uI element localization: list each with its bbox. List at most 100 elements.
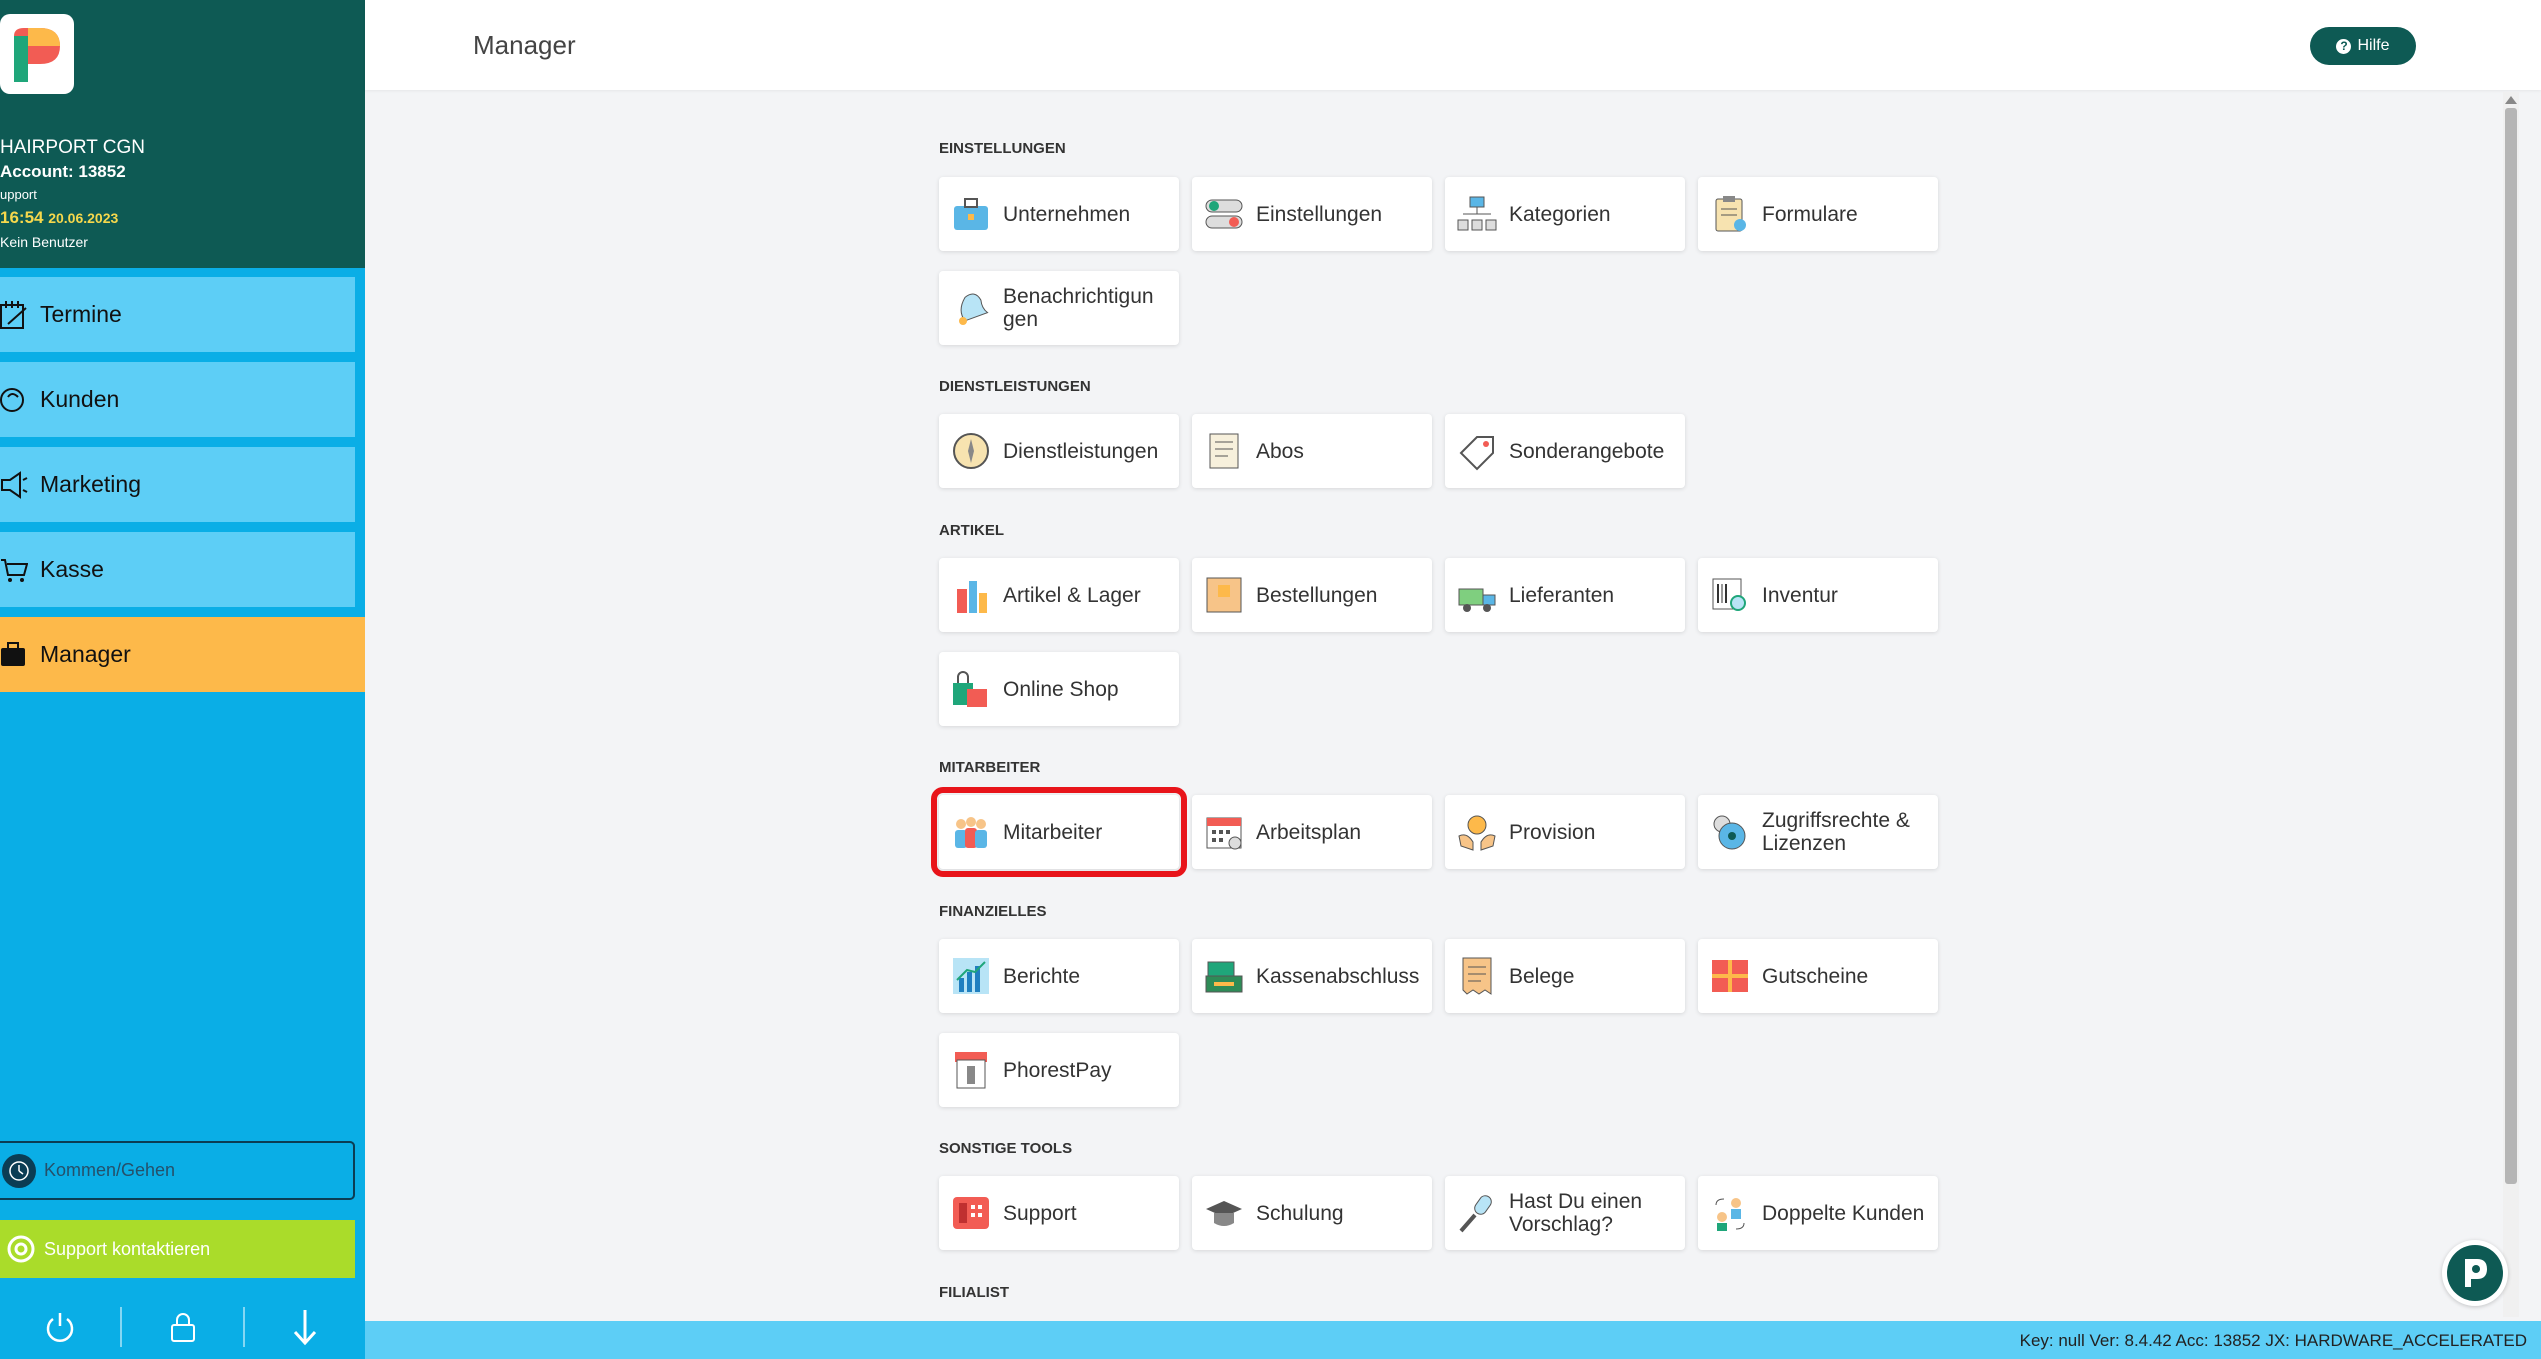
download-button[interactable] (245, 1305, 365, 1349)
tile-label: Lieferanten (1509, 583, 1615, 607)
phorest-p-icon (2447, 1245, 2503, 1301)
key-lock-icon (1710, 812, 1750, 852)
nav-item-marketing[interactable]: Marketing (0, 447, 355, 522)
lifebuoy-icon (6, 1234, 36, 1264)
tile-doppelte-kunden[interactable]: Doppelte Kunden (1698, 1176, 1938, 1250)
tile-label: Doppelte Kunden (1762, 1201, 1925, 1225)
brand-panel: HAIRPORT CGN Account: 13852 upport 16:54… (0, 0, 365, 268)
tile-bestellungen[interactable]: Bestellungen (1192, 558, 1432, 632)
phorest-logo (0, 14, 74, 94)
tile-label: Zugriffsrechte & Lizenzen (1762, 809, 1910, 855)
tile-label: Unternehmen (1003, 202, 1131, 226)
delivery-truck-icon (1457, 575, 1497, 615)
tile-label: Provision (1509, 820, 1596, 844)
tile-support[interactable]: Support (939, 1176, 1179, 1250)
scroll-up-arrow-icon[interactable] (2505, 96, 2517, 104)
toggle-switch-icon (1204, 194, 1244, 234)
tile-dienstleistungen[interactable]: Dienstleistungen (939, 414, 1179, 488)
tile-vorschlag[interactable]: Hast Du einen Vorschlag? (1445, 1176, 1685, 1250)
tile-schulung[interactable]: Schulung (1192, 1176, 1432, 1250)
tile-label: Mitarbeiter (1003, 820, 1103, 844)
tile-label: PhorestPay (1003, 1058, 1112, 1082)
calendar-edit-icon (0, 300, 28, 330)
hierarchy-icon (1457, 194, 1497, 234)
tile-label: Berichte (1003, 964, 1081, 988)
lock-icon (170, 1313, 195, 1342)
current-datetime: 16:54 20.06.2023 (0, 206, 145, 230)
scrollbar-thumb[interactable] (2505, 108, 2517, 1184)
tile-label: Artikel & Lager (1003, 583, 1141, 607)
download-arrow-icon (293, 1310, 316, 1346)
kommen-gehen-button[interactable]: Kommen/Gehen (0, 1141, 355, 1200)
current-time: 16:54 (0, 208, 44, 227)
tile-sonderangebote[interactable]: Sonderangebote (1445, 414, 1685, 488)
tile-arbeitsplan[interactable]: Arbeitsplan (1192, 795, 1432, 869)
nav-item-termine[interactable]: Termine (0, 277, 355, 352)
tile-zugriffsrechte-lizenzen[interactable]: Zugriffsrechte & Lizenzen (1698, 795, 1938, 869)
tile-online-shop[interactable]: Online Shop (939, 652, 1179, 726)
microphone-icon (1457, 1193, 1497, 1233)
tile-einstellungen[interactable]: Einstellungen (1192, 177, 1432, 251)
section-title-mitarbeiter: MITARBEITER (939, 759, 1041, 776)
tile-inventur[interactable]: Inventur (1698, 558, 1938, 632)
nav-label: Manager (40, 641, 131, 667)
account-info: HAIRPORT CGN Account: 13852 upport 16:54… (0, 136, 145, 254)
support-contact-label: Support kontaktieren (44, 1238, 211, 1259)
tile-gutscheine[interactable]: Gutscheine (1698, 939, 1938, 1013)
help-label: Hilfe (2357, 37, 2390, 54)
lock-button[interactable] (122, 1305, 242, 1349)
compass-icon (951, 431, 991, 471)
gift-voucher-icon (1710, 956, 1750, 996)
status-bar: Key: null Ver: 8.4.42 Acc: 13852 JX: HAR… (365, 1321, 2541, 1359)
nav-item-kasse[interactable]: Kasse (0, 532, 355, 607)
nav-label: Kunden (40, 386, 120, 412)
tile-benachrichtigungen[interactable]: Benachrichtigun gen (939, 271, 1179, 345)
tile-kassenabschluss[interactable]: Kassenabschluss (1192, 939, 1432, 1013)
power-icon (46, 1313, 74, 1342)
card-terminal-icon (951, 1050, 991, 1090)
tile-abos[interactable]: Abos (1192, 414, 1432, 488)
page-title: Manager (473, 30, 576, 60)
cart-icon (0, 555, 28, 585)
tile-artikel-lager[interactable]: Artikel & Lager (939, 558, 1179, 632)
tile-label: Hast Du einen Vorschlag? (1509, 1190, 1643, 1236)
support-contact-button[interactable]: Support kontaktieren (0, 1220, 355, 1278)
tile-label: Belege (1509, 964, 1575, 988)
tile-label: Schulung (1256, 1201, 1344, 1225)
phorest-chat-button[interactable] (2442, 1240, 2508, 1306)
nav-label: Marketing (40, 471, 141, 497)
power-button[interactable] (0, 1305, 120, 1349)
nav-item-manager[interactable]: Manager (0, 617, 365, 692)
tile-belege[interactable]: Belege (1445, 939, 1685, 1013)
tile-formulare[interactable]: Formulare (1698, 177, 1938, 251)
tile-label: Bestellungen (1256, 583, 1378, 607)
help-button[interactable]: ? Hilfe (2310, 27, 2416, 65)
tile-berichte[interactable]: Berichte (939, 939, 1179, 1013)
price-tag-icon (1457, 431, 1497, 471)
tile-lieferanten[interactable]: Lieferanten (1445, 558, 1685, 632)
clipboard-icon (1710, 194, 1750, 234)
tile-label: Arbeitsplan (1256, 820, 1362, 844)
sidebar-footer (0, 1295, 365, 1359)
tile-label: Dienstleistungen (1003, 439, 1159, 463)
barcode-search-icon (1710, 575, 1750, 615)
tile-label: Kategorien (1509, 202, 1611, 226)
current-date: 20.06.2023 (48, 210, 119, 226)
section-title-artikel: ARTIKEL (939, 522, 1004, 539)
tile-provision[interactable]: Provision (1445, 795, 1685, 869)
tile-label: Gutscheine (1762, 964, 1869, 988)
tile-label: Formulare (1762, 202, 1858, 226)
account-number: Account: 13852 (0, 162, 126, 181)
graduation-cap-icon (1204, 1193, 1244, 1233)
megaphone-icon (0, 470, 28, 500)
tile-phorestpay[interactable]: PhorestPay (939, 1033, 1179, 1107)
list-document-icon (1204, 431, 1244, 471)
tile-label: Benachrichtigun gen (1003, 285, 1154, 331)
nav-item-kunden[interactable]: Kunden (0, 362, 355, 437)
current-user: Kein Benutzer (0, 234, 88, 250)
tile-mitarbeiter[interactable]: Mitarbeiter (931, 787, 1187, 877)
bar-chart-icon (951, 956, 991, 996)
kommen-gehen-label: Kommen/Gehen (44, 1160, 176, 1180)
tile-unternehmen[interactable]: Unternehmen (939, 177, 1179, 251)
tile-kategorien[interactable]: Kategorien (1445, 177, 1685, 251)
